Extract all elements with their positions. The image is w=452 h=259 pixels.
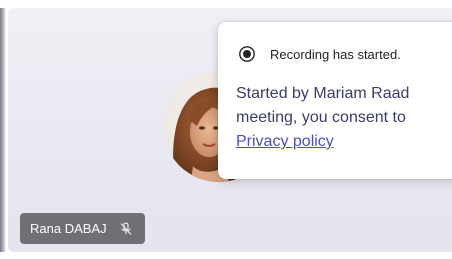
notification-header: Recording has started. bbox=[238, 45, 401, 63]
notification-title: Recording has started. bbox=[270, 46, 401, 62]
notification-body-line-2: meeting, you consent to bbox=[236, 109, 406, 126]
record-icon bbox=[238, 45, 256, 63]
privacy-policy-link[interactable]: Privacy policy bbox=[236, 130, 334, 154]
participant-name: Rana DABAJ bbox=[30, 221, 107, 236]
meeting-stage: Rana DABAJ Recording has started. Starte… bbox=[0, 0, 452, 259]
participant-name-badge: Rana DABAJ bbox=[20, 213, 145, 244]
notification-body: Started by Mariam Raad meeting, you cons… bbox=[236, 82, 452, 154]
recording-notification: Recording has started. Started by Mariam… bbox=[218, 22, 452, 179]
mic-off-icon bbox=[117, 220, 135, 238]
notification-body-line-1: Started by Mariam Raad bbox=[236, 85, 410, 102]
adjacent-tile-edge bbox=[0, 8, 6, 252]
